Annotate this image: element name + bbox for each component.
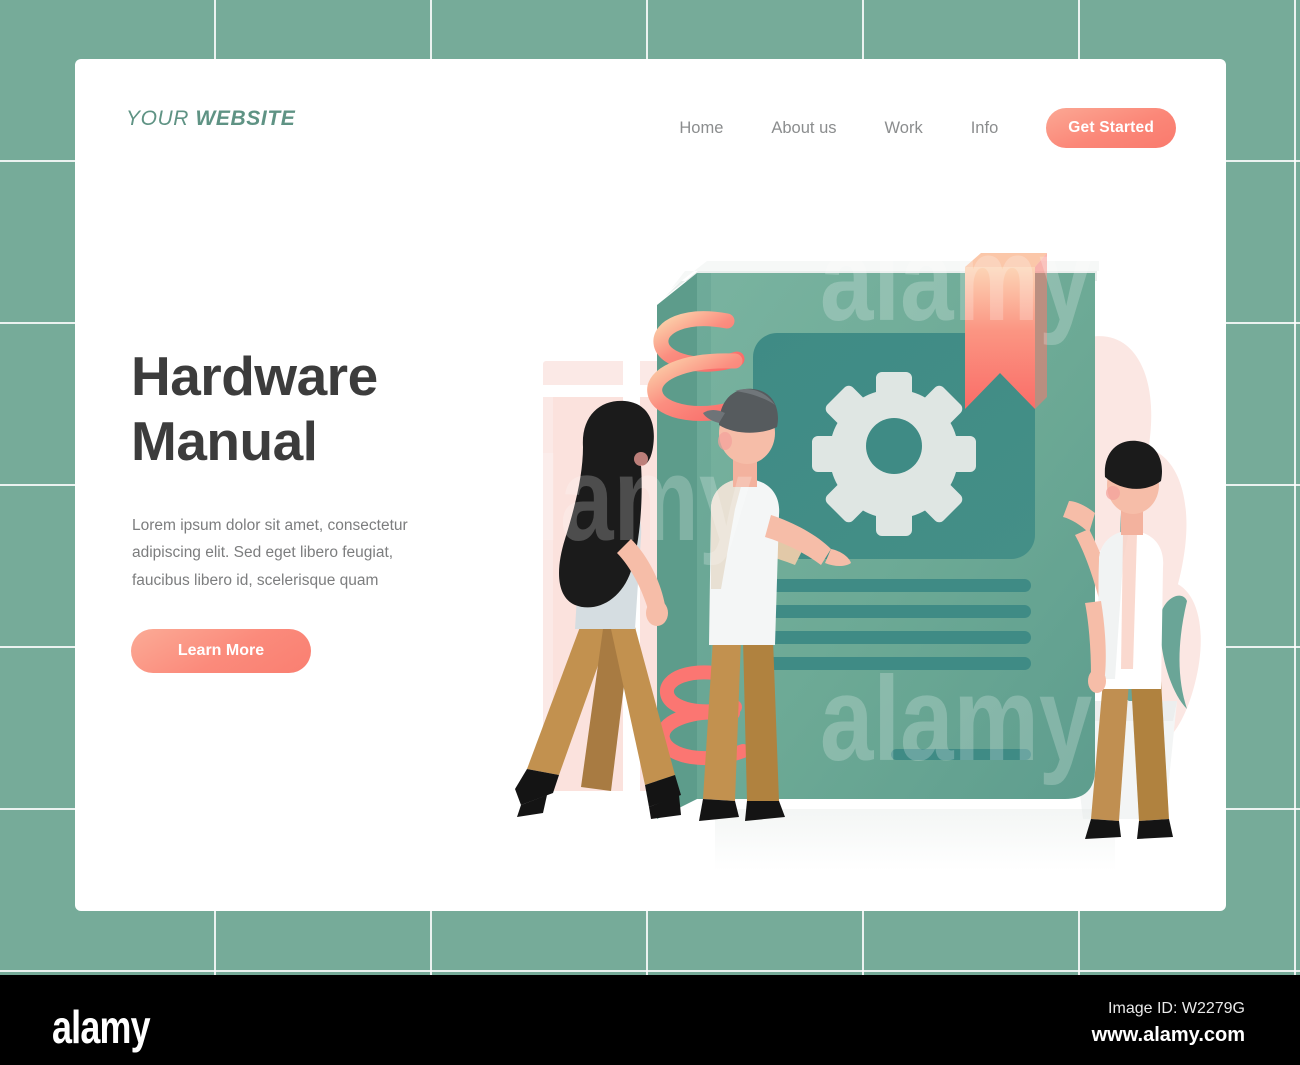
screenshot-root: YOUR WEBSITE Home About us Work Info Get…	[0, 0, 1300, 1065]
gear-icon	[812, 372, 976, 536]
nav-item-work[interactable]: Work	[885, 113, 923, 144]
landing-page-card: YOUR WEBSITE Home About us Work Info Get…	[75, 59, 1226, 911]
nav-item-info[interactable]: Info	[971, 113, 999, 144]
stock-footer-bar	[0, 975, 1300, 1065]
image-id-label: Image ID: W2279G	[1108, 1000, 1245, 1017]
alamy-wordmark: alamy	[52, 1001, 151, 1053]
nav-item-about-us[interactable]: About us	[771, 113, 836, 144]
hero-illustration	[435, 209, 1225, 869]
site-header: YOUR WEBSITE Home About us Work Info Get…	[75, 59, 1226, 169]
nav-item-home[interactable]: Home	[679, 113, 723, 144]
logo-text-light: YOUR	[126, 107, 190, 130]
get-started-button[interactable]: Get Started	[1046, 108, 1176, 148]
learn-more-button[interactable]: Learn More	[131, 628, 311, 673]
main-navigation: Home About us Work Info Get Started	[679, 108, 1176, 148]
hero-paragraph: Lorem ipsum dolor sit amet, consectetur …	[132, 516, 408, 589]
logo-text-bold: WEBSITE	[195, 107, 296, 130]
alamy-url-label: www.alamy.com	[1091, 1024, 1245, 1046]
brand-logo[interactable]: YOUR WEBSITE	[126, 107, 295, 131]
